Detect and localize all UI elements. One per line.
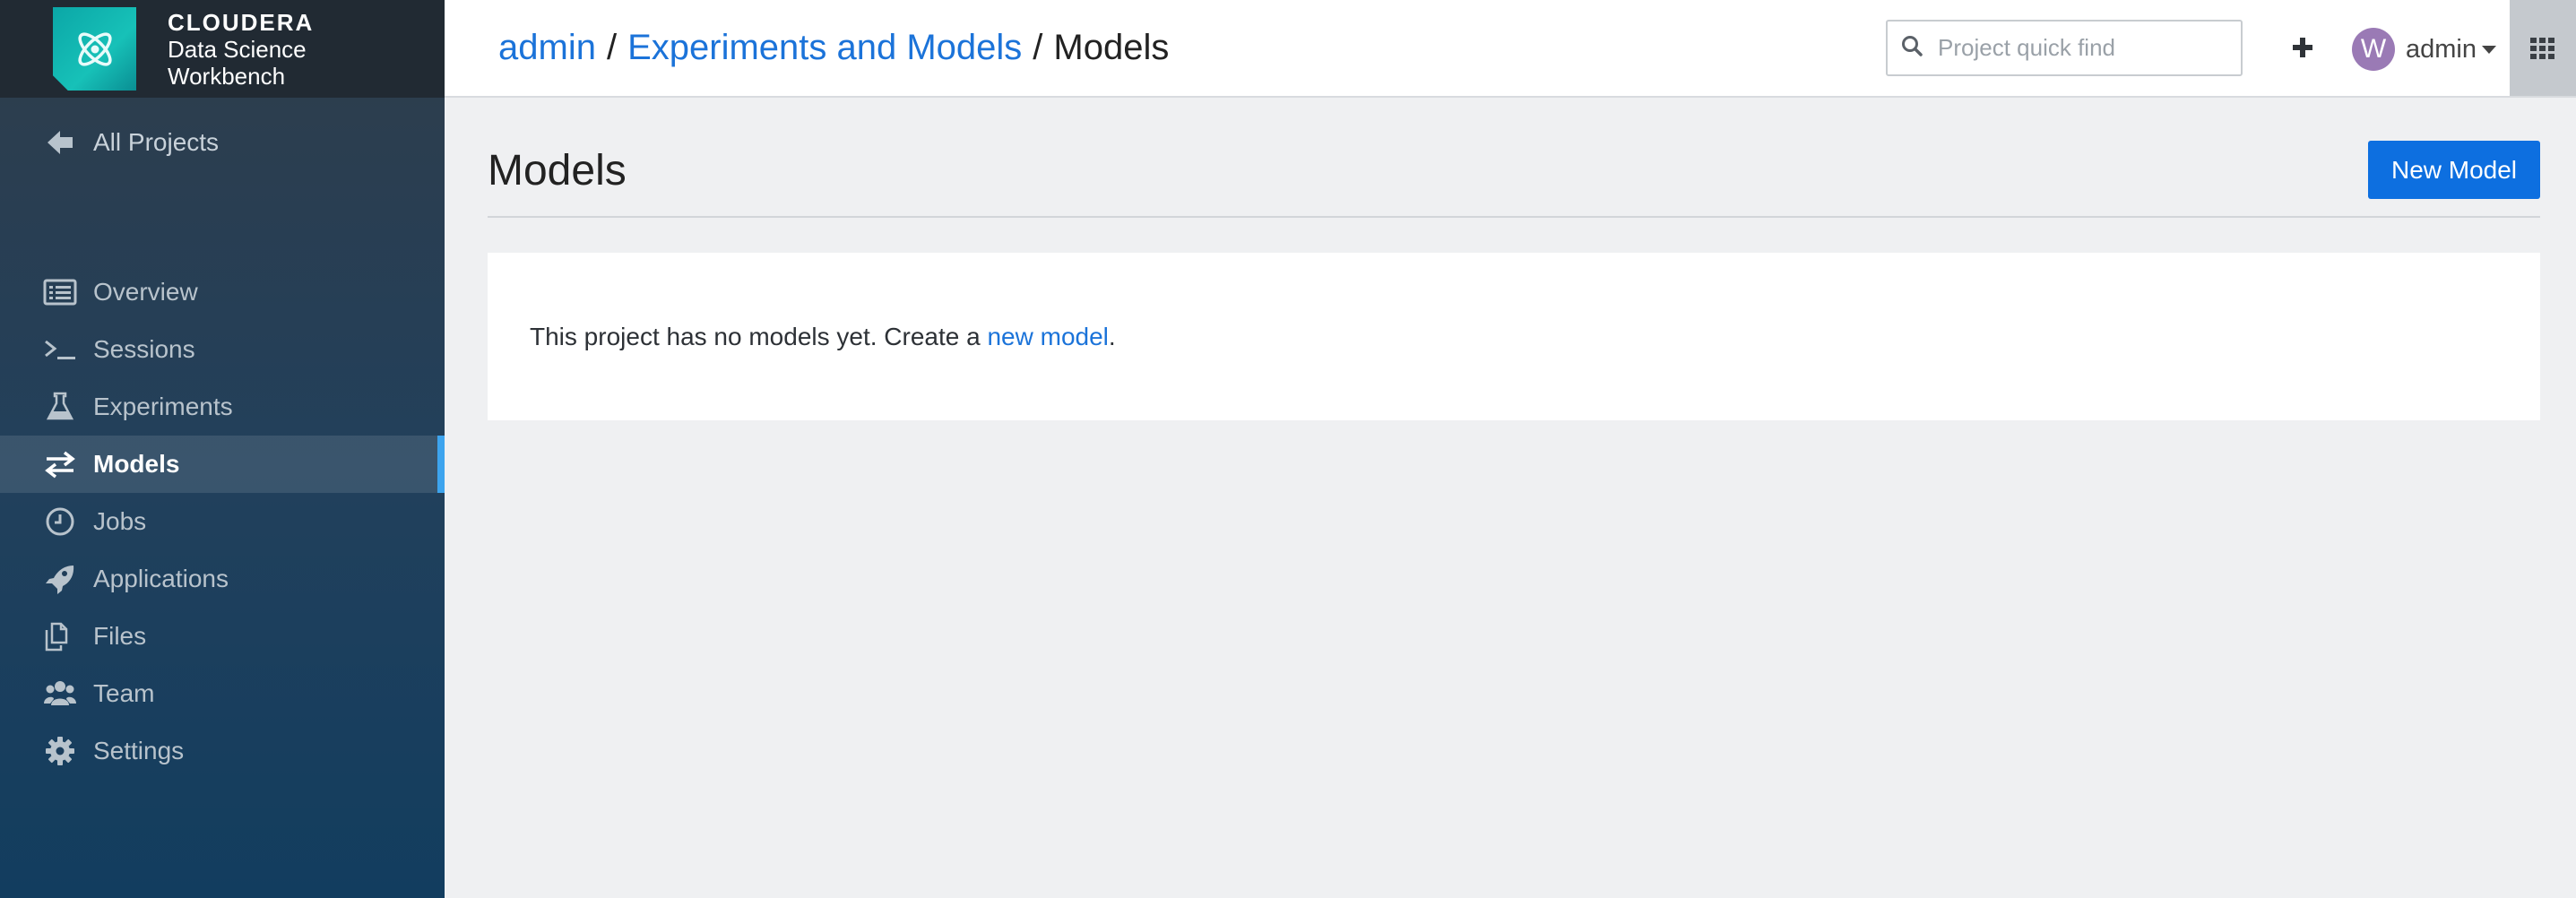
empty-state-suffix: . [1108,322,1116,350]
sidebar-item-label: Models [93,450,180,478]
sidebar-item-label: Overview [93,278,198,306]
breadcrumb-current: Models [1053,28,1170,67]
sidebar-item-label: Experiments [93,393,233,420]
sidebar-item-label: Files [93,622,147,650]
sidebar-item-files[interactable]: Files [0,608,445,665]
sidebar-item-sessions[interactable]: Sessions [0,321,445,378]
all-projects-link[interactable]: All Projects [0,117,445,168]
sidebar-item-overview[interactable]: Overview [0,263,445,321]
top-bar: admin / Experiments and Models / Models … [445,0,2576,98]
breadcrumb: admin / Experiments and Models / Models [498,0,1169,96]
search-input[interactable] [1938,34,2225,62]
brand-text: CLOUDERA Data Science Workbench [168,9,314,90]
brand-company: CLOUDERA [168,8,315,36]
user-menu[interactable]: W admin [2352,27,2496,72]
sidebar-item-settings[interactable]: Settings [0,722,445,780]
page-header: Models New Model [488,98,2540,218]
app-grid-button[interactable] [2510,0,2576,96]
sidebar-item-label: Jobs [93,507,147,535]
flask-icon [41,391,79,423]
cloudera-logo-icon [53,7,136,91]
sidebar-item-label: Sessions [93,335,195,363]
clock-icon [41,505,79,538]
plus-icon [2293,38,2312,57]
brand-product-line2: Workbench [168,62,286,90]
brand-header[interactable]: CLOUDERA Data Science Workbench [0,0,445,98]
brand-product-line1: Data Science [168,35,307,63]
terminal-icon [41,333,79,366]
sidebar-item-models[interactable]: Models [0,436,445,493]
search-icon [1900,34,1923,62]
breadcrumb-separator: / [606,28,618,67]
list-icon [41,276,79,308]
avatar: W [2352,28,2395,71]
gear-icon [41,735,79,767]
breadcrumb-user-link[interactable]: admin [498,28,596,68]
main-content: Models New Model This project has no mod… [488,98,2540,420]
chevron-down-icon [2482,45,2496,54]
sidebar-item-experiments[interactable]: Experiments [0,378,445,436]
sidebar-item-label: Applications [93,565,229,592]
grid-icon [2530,37,2554,59]
sidebar-item-label: Settings [93,737,185,764]
breadcrumb-project-link[interactable]: Experiments and Models [627,28,1022,68]
files-icon [41,620,79,652]
project-quick-find[interactable] [1886,20,2243,76]
exchange-arrows-icon [41,448,79,480]
arrow-left-icon [41,126,79,159]
sidebar-item-jobs[interactable]: Jobs [0,493,445,550]
project-nav: Overview Sessions Experiments Models Job… [0,263,445,780]
add-button[interactable] [2282,27,2323,68]
breadcrumb-separator: / [1033,28,1043,67]
users-icon [41,678,79,710]
empty-state-text: This project has no models yet. Create a [530,322,981,350]
all-projects-label: All Projects [93,128,220,156]
rocket-icon [41,563,79,595]
sidebar-item-label: Team [93,679,155,707]
sidebar-item-team[interactable]: Team [0,665,445,722]
new-model-button[interactable]: New Model [2368,141,2540,199]
sidebar: CLOUDERA Data Science Workbench All Proj… [0,0,445,898]
sidebar-item-applications[interactable]: Applications [0,550,445,608]
empty-state-card: This project has no models yet. Create a… [488,253,2540,420]
new-model-link[interactable]: new model [987,323,1108,351]
page-title: Models [488,147,627,194]
user-name: admin [2406,34,2477,64]
